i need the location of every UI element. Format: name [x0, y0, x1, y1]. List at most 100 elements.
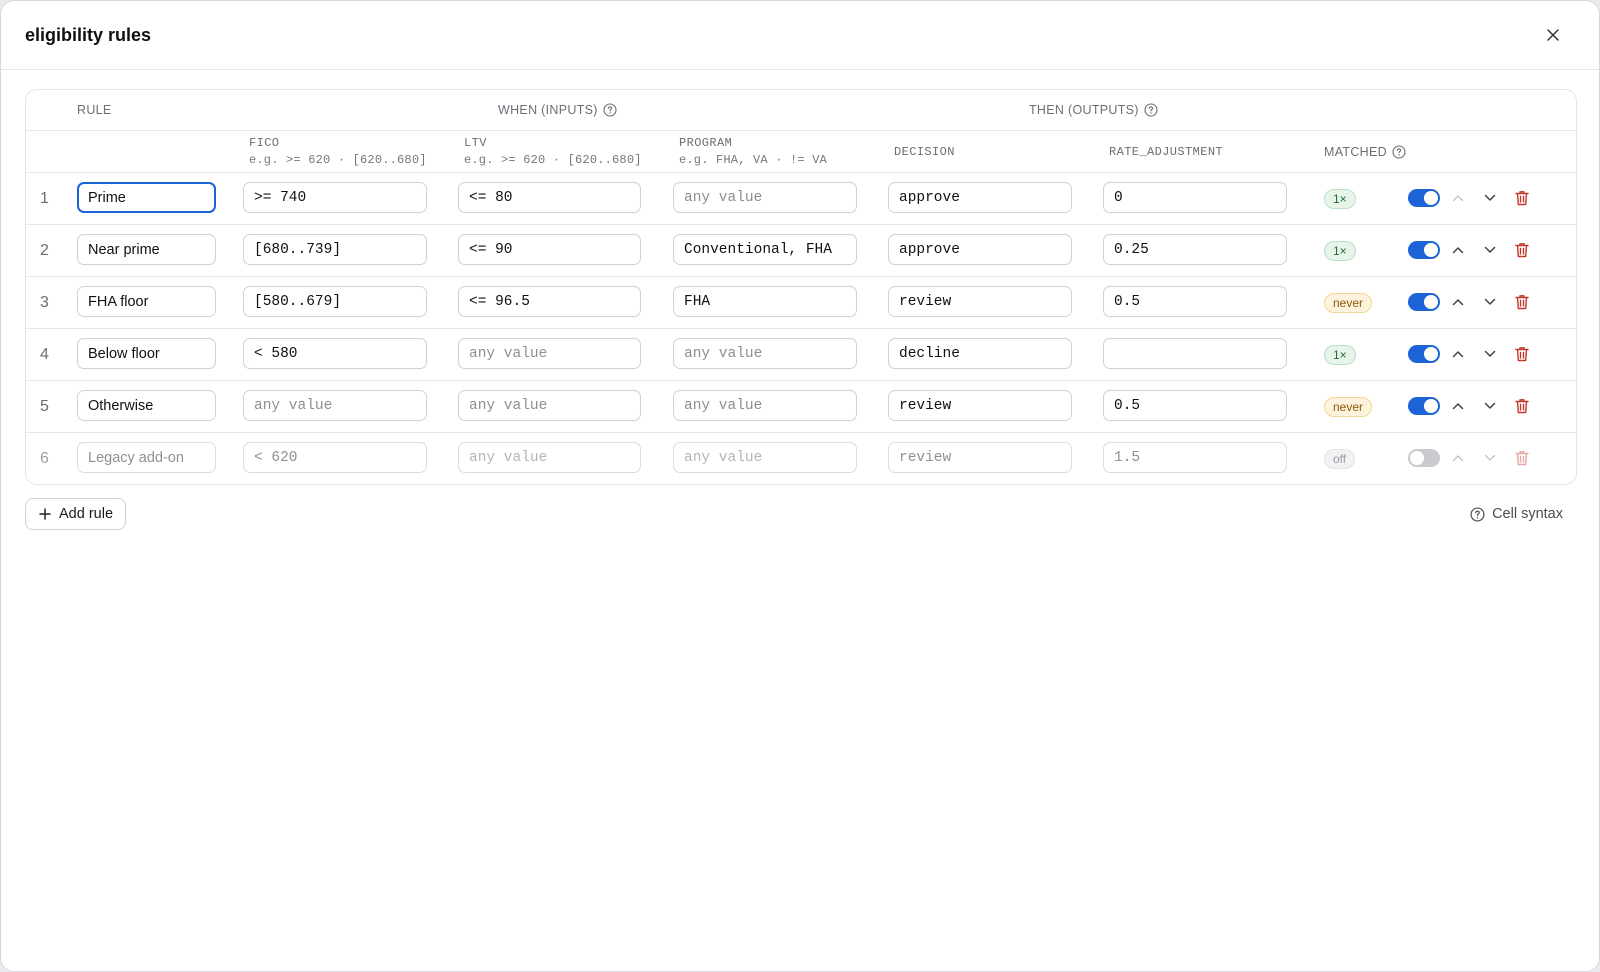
- fico-input[interactable]: >= 740: [243, 182, 427, 213]
- modal-title: eligibility rules: [25, 24, 152, 45]
- column-program-hint: e.g. FHA, VA · != VA: [679, 153, 828, 167]
- fico-input[interactable]: < 580: [243, 338, 427, 369]
- move-up-button[interactable]: [1447, 291, 1469, 313]
- rule-number: 1: [40, 189, 49, 207]
- rule-enabled-toggle[interactable]: [1408, 189, 1440, 207]
- rate-adjustment-input[interactable]: 0.5: [1103, 390, 1287, 421]
- chevron-up-icon: [1452, 351, 1464, 358]
- rate-adjustment-input[interactable]: [1103, 338, 1287, 369]
- program-input[interactable]: any value: [673, 338, 857, 369]
- move-down-button[interactable]: [1479, 239, 1501, 261]
- decision-input[interactable]: review: [888, 442, 1072, 473]
- rate-adjustment-input[interactable]: 0.25: [1103, 234, 1287, 265]
- rule-enabled-toggle[interactable]: [1408, 397, 1440, 415]
- trash-icon: [1515, 399, 1529, 414]
- chevron-up-icon: [1452, 195, 1464, 202]
- delete-rule-button[interactable]: [1511, 447, 1533, 469]
- column-ltv: LTV e.g. >= 620 · [620..680]: [464, 131, 642, 172]
- group-rule: RULE: [77, 90, 112, 130]
- rule-name-input[interactable]: Otherwise: [77, 390, 216, 421]
- move-down-button[interactable]: [1479, 395, 1501, 417]
- rule-row: 2 Near prime [680..739] <= 90 Conventional, …: [26, 225, 1576, 277]
- ltv-input[interactable]: any value: [458, 338, 641, 369]
- chevron-up-icon: [1452, 403, 1464, 410]
- ltv-input[interactable]: <= 90: [458, 234, 641, 265]
- program-input[interactable]: any value: [673, 182, 857, 213]
- help-icon[interactable]: [603, 103, 617, 117]
- move-down-button[interactable]: [1479, 291, 1501, 313]
- chevron-down-icon: [1484, 402, 1496, 409]
- column-fico-name: FICO: [249, 136, 280, 150]
- rule-name-input[interactable]: Near prime: [77, 234, 216, 265]
- fico-input[interactable]: [580..679]: [243, 286, 427, 317]
- rule-row: 1 Prime >= 740 <= 80 any value approve 0 1×: [26, 173, 1576, 225]
- toggle-knob: [1424, 399, 1438, 413]
- rule-enabled-toggle[interactable]: [1408, 293, 1440, 311]
- column-program: PROGRAM e.g. FHA, VA · != VA: [679, 131, 827, 172]
- cell-syntax-label: Cell syntax: [1492, 506, 1563, 522]
- trash-icon: [1515, 347, 1529, 362]
- ltv-input[interactable]: any value: [458, 390, 641, 421]
- delete-rule-button[interactable]: [1511, 239, 1533, 261]
- move-down-button[interactable]: [1479, 447, 1501, 469]
- help-icon[interactable]: [1144, 103, 1158, 117]
- rules-table: RULE WHEN (INPUTS) THEN (OUTPUTS) FICO e…: [25, 89, 1577, 485]
- delete-rule-button[interactable]: [1511, 187, 1533, 209]
- fico-input[interactable]: any value: [243, 390, 427, 421]
- trash-icon: [1515, 451, 1529, 466]
- rate-adjustment-input[interactable]: 0.5: [1103, 286, 1287, 317]
- decision-input[interactable]: approve: [888, 234, 1072, 265]
- move-up-button[interactable]: [1447, 343, 1469, 365]
- matched-badge: 1×: [1324, 345, 1356, 365]
- move-down-button[interactable]: [1479, 343, 1501, 365]
- rule-enabled-toggle[interactable]: [1408, 449, 1440, 467]
- decision-input[interactable]: approve: [888, 182, 1072, 213]
- move-up-button[interactable]: [1447, 187, 1469, 209]
- column-decision: DECISION: [894, 131, 955, 172]
- program-input[interactable]: Conventional, FHA: [673, 234, 857, 265]
- rule-name-input[interactable]: Prime: [77, 182, 216, 213]
- rule-number: 5: [40, 397, 49, 415]
- ltv-input[interactable]: any value: [458, 442, 641, 473]
- rule-enabled-toggle[interactable]: [1408, 241, 1440, 259]
- program-input[interactable]: any value: [673, 442, 857, 473]
- delete-rule-button[interactable]: [1511, 395, 1533, 417]
- fico-input[interactable]: [680..739]: [243, 234, 427, 265]
- chevron-up-icon: [1452, 247, 1464, 254]
- rules-body: 1 Prime >= 740 <= 80 any value approve 0 1× 2 Nea…: [26, 173, 1576, 484]
- decision-input[interactable]: decline: [888, 338, 1072, 369]
- trash-icon: [1515, 243, 1529, 258]
- move-up-button[interactable]: [1447, 239, 1469, 261]
- decision-input[interactable]: review: [888, 390, 1072, 421]
- move-down-button[interactable]: [1479, 187, 1501, 209]
- close-button[interactable]: [1539, 21, 1567, 49]
- decision-input[interactable]: review: [888, 286, 1072, 317]
- fico-input[interactable]: < 620: [243, 442, 427, 473]
- cell-syntax-link[interactable]: Cell syntax: [1470, 498, 1563, 530]
- help-icon[interactable]: [1392, 144, 1406, 159]
- rule-name-input[interactable]: Legacy add-on: [77, 442, 216, 473]
- column-header-row: FICO e.g. >= 620 · [620..680] LTV e.g. >…: [26, 131, 1576, 173]
- rule-enabled-toggle[interactable]: [1408, 345, 1440, 363]
- program-input[interactable]: any value: [673, 390, 857, 421]
- delete-rule-button[interactable]: [1511, 291, 1533, 313]
- rate-adjustment-input[interactable]: 1.5: [1103, 442, 1287, 473]
- move-up-button[interactable]: [1447, 395, 1469, 417]
- toggle-knob: [1410, 451, 1424, 465]
- program-input[interactable]: FHA: [673, 286, 857, 317]
- rule-name-input[interactable]: FHA floor: [77, 286, 216, 317]
- modal-header: eligibility rules: [1, 1, 1599, 70]
- ltv-input[interactable]: <= 80: [458, 182, 641, 213]
- move-up-button[interactable]: [1447, 447, 1469, 469]
- ltv-input[interactable]: <= 96.5: [458, 286, 641, 317]
- rate-adjustment-input[interactable]: 0: [1103, 182, 1287, 213]
- add-rule-button[interactable]: Add rule: [25, 498, 127, 530]
- toggle-knob: [1424, 295, 1438, 309]
- delete-rule-button[interactable]: [1511, 343, 1533, 365]
- close-icon: [1547, 29, 1559, 41]
- column-ltv-name: LTV: [464, 136, 487, 150]
- chevron-down-icon: [1484, 454, 1496, 461]
- group-header-row: RULE WHEN (INPUTS) THEN (OUTPUTS): [26, 90, 1576, 131]
- group-then-label: THEN (OUTPUTS): [1029, 103, 1139, 117]
- rule-name-input[interactable]: Below floor: [77, 338, 216, 369]
